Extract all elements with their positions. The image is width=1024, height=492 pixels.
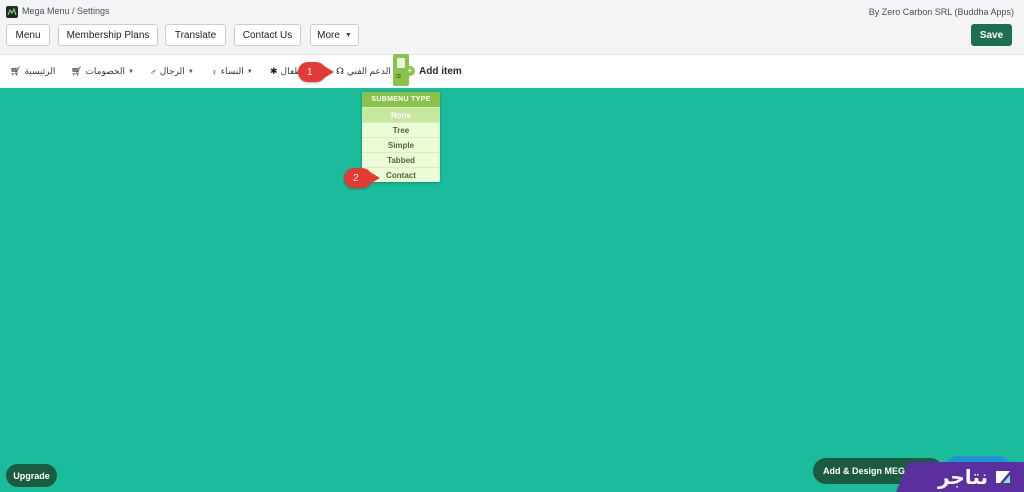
child-icon: ✱: [270, 66, 278, 76]
membership-plans-button[interactable]: Membership Plans: [58, 24, 158, 46]
callout-number: 2: [353, 172, 359, 184]
brand-text: نتاجر: [937, 465, 988, 489]
cart-icon: 🛒︎: [71, 66, 83, 76]
brand-mark-icon: [996, 471, 1010, 483]
drag-handle-icon: ≡: [396, 71, 402, 81]
menu-editor-bar: 🛒︎ الرئيسية 🛒︎ الخصومات ▼ ♂ الرجال ▼ ♀ ا…: [0, 55, 1024, 88]
app-logo-icon: [6, 6, 18, 18]
more-dropdown-button[interactable]: More ▼: [310, 24, 359, 46]
more-label: More: [317, 29, 340, 41]
menu-item-men[interactable]: ♂ الرجال ▼: [150, 65, 194, 78]
top-bar: Mega Menu / Settings By Zero Carbon SRL …: [0, 0, 1024, 55]
translate-button[interactable]: Translate: [165, 24, 226, 46]
submenu-type-panel: SUBMENU TYPE None Tree Simple Tabbed Con…: [362, 92, 440, 182]
menu-button[interactable]: Menu: [6, 24, 50, 46]
menu-item-home[interactable]: 🛒︎ الرئيسية: [10, 65, 55, 78]
menu-item-label: الرجال: [159, 66, 185, 76]
chevron-down-icon: ▼: [187, 68, 194, 75]
submenu-type-heading: SUBMENU TYPE: [362, 92, 440, 107]
submenu-option-tree[interactable]: Tree: [362, 122, 440, 137]
menu-item-label: الرئيسية: [24, 66, 56, 76]
headset-icon: ☊: [336, 66, 344, 76]
save-button[interactable]: Save: [971, 24, 1012, 46]
contact-us-button[interactable]: Contact Us: [234, 24, 301, 46]
callout-1: 1: [298, 62, 334, 82]
add-item-label: Add item: [419, 65, 462, 77]
developer-byline: By Zero Carbon SRL (Buddha Apps): [868, 7, 1014, 17]
woman-icon: ♀: [211, 66, 218, 77]
handle-box: [397, 58, 405, 68]
translate-label: Translate: [174, 29, 217, 41]
caret-down-icon: ▼: [344, 31, 352, 39]
submenu-option-tabbed[interactable]: Tabbed: [362, 152, 440, 167]
menu-item-label: الدعم الفني: [347, 66, 391, 76]
contact-us-label: Contact Us: [242, 29, 293, 41]
add-item-button[interactable]: + Add item: [405, 65, 462, 77]
callout-number: 1: [307, 66, 313, 78]
menu-item-support[interactable]: ☊ الدعم الفني: [336, 65, 391, 78]
callout-2: 2: [344, 168, 380, 188]
upgrade-button[interactable]: Upgrade: [6, 464, 57, 487]
brand-logo: نتاجر: [896, 462, 1024, 492]
man-icon: ♂: [150, 66, 157, 77]
menu-button-label: Menu: [15, 29, 41, 41]
chevron-down-icon: ▼: [127, 68, 134, 75]
menu-item-women[interactable]: ♀ النساء ▼: [211, 65, 253, 78]
menu-item-discounts[interactable]: 🛒︎ الخصومات ▼: [71, 65, 134, 78]
menu-item-label: الخصومات: [85, 66, 125, 76]
chevron-down-icon: ▼: [246, 68, 253, 75]
plus-icon: +: [405, 66, 415, 76]
cart-icon: 🛒︎: [10, 66, 22, 76]
submenu-option-simple[interactable]: Simple: [362, 137, 440, 152]
membership-plans-label: Membership Plans: [66, 29, 150, 41]
breadcrumb: Mega Menu / Settings: [22, 6, 110, 16]
submenu-option-none[interactable]: None: [362, 107, 440, 122]
menu-item-label: النساء: [220, 66, 244, 76]
